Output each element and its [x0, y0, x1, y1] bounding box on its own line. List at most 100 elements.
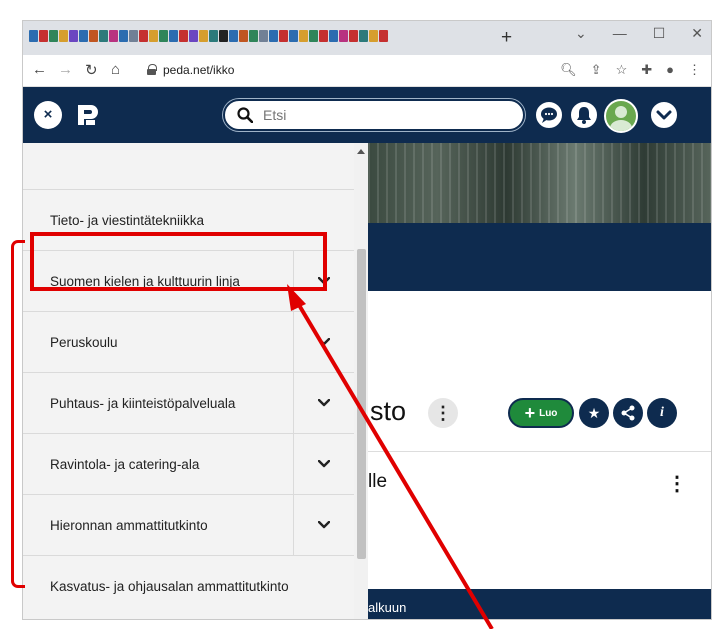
- pinned-tab-favicon-icon[interactable]: [219, 30, 228, 42]
- scroll-up-arrow-icon[interactable]: [357, 149, 365, 154]
- menu-item-label: Puhtaus- ja kiinteistöpalveluala: [50, 396, 236, 411]
- pinned-tab-favicon-icon[interactable]: [99, 30, 108, 42]
- pinned-tab-favicon-icon[interactable]: [339, 30, 348, 42]
- pinned-tab-favicon-icon[interactable]: [169, 30, 178, 42]
- chevron-down-icon: [656, 110, 672, 120]
- expand-toggle-button[interactable]: [293, 312, 354, 373]
- share-page-button[interactable]: [613, 398, 643, 428]
- menu-item[interactable]: Peruskoulu: [23, 311, 368, 373]
- expand-toggle-button[interactable]: [293, 495, 354, 556]
- expand-toggle-button[interactable]: [293, 373, 354, 434]
- pinned-tab-favicon-icon[interactable]: [39, 30, 48, 42]
- extensions-puzzle-icon[interactable]: ✚: [641, 62, 652, 78]
- close-menu-button[interactable]: ×: [34, 101, 62, 129]
- back-icon[interactable]: ←: [32, 61, 47, 78]
- menu-item-label: Kasvatus- ja ohjausalan ammattitutkinto: [50, 579, 289, 594]
- tab-search-chevron-icon[interactable]: ⌄: [575, 25, 587, 42]
- menu-item-label: Ravintola- ja catering-ala: [50, 457, 200, 472]
- back-to-top-bar[interactable]: alkuun: [368, 589, 711, 619]
- menu-scrollbar[interactable]: [354, 143, 368, 619]
- pinned-tab-favicon-icon[interactable]: [209, 30, 218, 42]
- peda-logo-icon[interactable]: [73, 101, 101, 129]
- bell-icon: [577, 107, 591, 124]
- pinned-tab-favicon-icon[interactable]: [189, 30, 198, 42]
- reload-icon[interactable]: ↻: [85, 61, 98, 79]
- menu-item[interactable]: Ravintola- ja catering-ala: [23, 433, 368, 495]
- chevron-down-icon: [318, 521, 330, 529]
- pinned-tab-favicon-icon[interactable]: [179, 30, 188, 42]
- pinned-tab-favicon-icon[interactable]: [109, 30, 118, 42]
- pinned-tab-favicon-icon[interactable]: [329, 30, 338, 42]
- expand-toggle-button[interactable]: [293, 434, 354, 495]
- pinned-tab-favicon-icon[interactable]: [139, 30, 148, 42]
- create-button-label: Luo: [539, 407, 558, 419]
- menu-item[interactable]: Puhtaus- ja kiinteistöpalveluala: [23, 372, 368, 434]
- chevron-down-icon: [318, 399, 330, 407]
- pinned-tab-favicon-icon[interactable]: [49, 30, 58, 42]
- user-avatar[interactable]: [604, 99, 638, 133]
- list-bracket: [11, 240, 25, 588]
- pinned-tab-favicon-icon[interactable]: [229, 30, 238, 42]
- zoom-icon[interactable]: 🔍︎: [560, 62, 577, 78]
- pinned-tab-favicon-icon[interactable]: [379, 30, 388, 42]
- menu-item[interactable]: Hieronnan ammattitutkinto: [23, 494, 368, 556]
- pinned-tab-favicon-icon[interactable]: [309, 30, 318, 42]
- pinned-tab-favicon-icon[interactable]: [199, 30, 208, 42]
- search-icon: [237, 107, 253, 123]
- pinned-tab-favicon-icon[interactable]: [299, 30, 308, 42]
- forward-icon[interactable]: →: [58, 61, 73, 78]
- profile-icon[interactable]: ●: [666, 62, 674, 78]
- lock-icon[interactable]: [147, 64, 157, 75]
- pinned-tab-favicon-icon[interactable]: [349, 30, 358, 42]
- browser-window: + ⌄ — ☐ ✕ ← → ↻ ⌂ peda.net/ikko 🔍︎ ⇪ ☆ ✚…: [22, 20, 712, 620]
- scrollbar-thumb[interactable]: [357, 249, 366, 559]
- favorite-button[interactable]: ★: [579, 398, 609, 428]
- info-button[interactable]: i: [647, 398, 677, 428]
- pinned-tab-favicon-icon[interactable]: [119, 30, 128, 42]
- highlight-box: [30, 232, 327, 291]
- bookmark-star-icon[interactable]: ☆: [616, 62, 628, 78]
- pinned-tab-favicon-icon[interactable]: [69, 30, 78, 42]
- pinned-tab-favicon-icon[interactable]: [89, 30, 98, 42]
- info-icon: i: [660, 405, 664, 420]
- pinned-tab-favicon-icon[interactable]: [359, 30, 368, 42]
- pinned-tab-favicon-icon[interactable]: [79, 30, 88, 42]
- notifications-button[interactable]: [569, 100, 599, 130]
- pinned-tab-favicon-icon[interactable]: [279, 30, 288, 42]
- pinned-tab-favicon-icon[interactable]: [159, 30, 168, 42]
- minimize-icon[interactable]: —: [613, 25, 627, 42]
- new-tab-button[interactable]: +: [501, 27, 512, 49]
- pinned-tab-favicon-icon[interactable]: [129, 30, 138, 42]
- hero-band: [368, 223, 711, 291]
- chevron-down-icon: [318, 338, 330, 346]
- address-bar[interactable]: peda.net/ikko: [163, 63, 234, 77]
- home-icon[interactable]: ⌂: [111, 61, 120, 78]
- browser-menu-icon[interactable]: ⋮: [688, 62, 701, 78]
- pinned-tab-favicons[interactable]: [29, 30, 389, 44]
- chat-bubble-icon: [541, 107, 557, 123]
- item-options-button[interactable]: ⋮: [667, 471, 687, 496]
- pinned-tab-favicon-icon[interactable]: [289, 30, 298, 42]
- pinned-tab-favicon-icon[interactable]: [249, 30, 258, 42]
- pinned-tab-favicon-icon[interactable]: [369, 30, 378, 42]
- messages-button[interactable]: [534, 100, 564, 130]
- search-box[interactable]: [223, 99, 525, 131]
- pinned-tab-favicon-icon[interactable]: [29, 30, 38, 42]
- menu-item-label: Peruskoulu: [50, 335, 118, 350]
- search-input[interactable]: [263, 107, 503, 123]
- share-icon[interactable]: ⇪: [591, 62, 602, 78]
- menu-item[interactable]: Kasvatus- ja ohjausalan ammattitutkinto: [23, 555, 368, 616]
- pinned-tab-favicon-icon[interactable]: [59, 30, 68, 42]
- pinned-tab-favicon-icon[interactable]: [269, 30, 278, 42]
- maximize-icon[interactable]: ☐: [653, 25, 666, 42]
- page-options-button[interactable]: ⋮: [428, 398, 458, 428]
- browser-toolbar: ← → ↻ ⌂ peda.net/ikko 🔍︎ ⇪ ☆ ✚ ● ⋮: [23, 55, 711, 87]
- user-menu-button[interactable]: [649, 100, 679, 130]
- pinned-tab-favicon-icon[interactable]: [319, 30, 328, 42]
- create-button[interactable]: + Luo: [508, 398, 574, 428]
- menu-item-label: Hieronnan ammattitutkinto: [50, 518, 208, 533]
- pinned-tab-favicon-icon[interactable]: [149, 30, 158, 42]
- close-window-icon[interactable]: ✕: [691, 25, 703, 42]
- pinned-tab-favicon-icon[interactable]: [239, 30, 248, 42]
- pinned-tab-favicon-icon[interactable]: [259, 30, 268, 42]
